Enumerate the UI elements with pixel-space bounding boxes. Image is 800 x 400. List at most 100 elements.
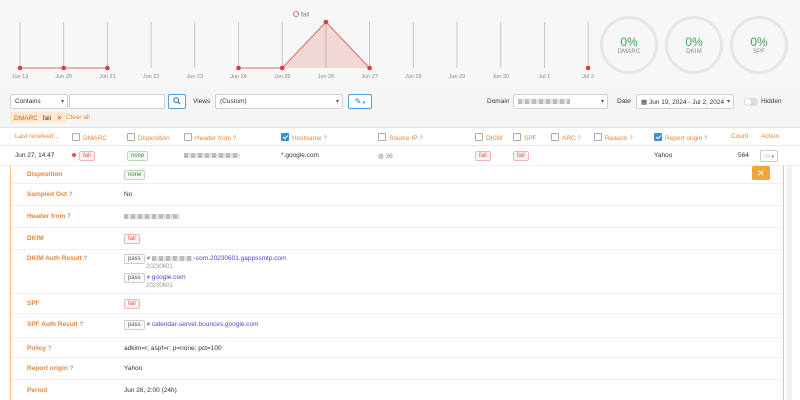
detail-value: fail [124,234,140,244]
detail-row-dkim: DKIM fail [11,228,783,250]
col-dkim-checkbox[interactable] [475,133,483,141]
detail-row-period: Period Jun 26, 2:00 (24h) [11,380,783,400]
dkim-gauge: 0% DKIM [665,16,723,74]
detail-row-policy: Policy ? adkim=r; aspf=r; p=none; pct=10… [11,338,783,358]
match-mode-value: Contains [15,98,41,105]
help-icon[interactable]: ? [70,366,74,372]
col-header-from[interactable]: Header from ? [184,133,236,142]
col-reason[interactable]: Reason ? [594,133,633,142]
help-icon[interactable]: ? [69,192,73,198]
scrollbar[interactable] [786,166,792,400]
help-icon[interactable]: ? [704,136,707,142]
views-label: Views [193,98,211,105]
date-range-value: Jun 19, 2024 - Jul 2, 2024 [648,99,725,106]
detail-key: Period [27,387,48,394]
col-reason-checkbox[interactable] [594,133,602,141]
unequal-icon: ≠ [146,255,151,262]
col-last-received[interactable]: Last received... [15,133,59,140]
legend-fail-label[interactable]: fail [301,12,310,19]
data-point[interactable] [61,65,66,71]
col-hostname[interactable]: Hostname ? [281,133,327,142]
col-report-origin-checkbox[interactable] [654,133,662,141]
unequal-icon: ≠ [146,274,151,281]
data-point[interactable] [367,65,372,71]
data-point[interactable] [279,65,285,71]
cell-report-origin: Yahoo [654,152,673,159]
help-icon[interactable]: ? [80,322,84,328]
help-icon[interactable]: ? [83,256,87,262]
chevron-down-icon: ▾ [600,99,604,105]
header-from-redacted [124,213,180,219]
data-point[interactable] [105,65,110,71]
col-spf[interactable]: SPF [513,133,537,142]
dkim-badge: fail [124,234,140,244]
col-disposition-checkbox[interactable] [127,133,135,141]
help-icon[interactable]: ? [419,136,422,142]
help-icon[interactable]: ? [323,136,326,142]
col-header-from-checkbox[interactable] [184,133,192,141]
pass-badge: pass [124,320,145,330]
col-dkim-label: DKIM [486,135,503,142]
help-icon[interactable]: ? [48,346,52,352]
spf-domain-link[interactable]: calendar-server.bounces.google.com [152,321,259,328]
help-icon[interactable]: ? [67,214,71,220]
detail-key: DKIM [27,235,44,242]
table-row[interactable]: Jun 27, 14:47 fail none *.google.com ◍ 3… [0,146,800,166]
legend-fail-marker[interactable] [293,11,299,17]
views-select[interactable]: (Custom) ▾ [215,94,343,109]
col-spf-checkbox[interactable] [513,133,521,141]
remove-filter-icon[interactable]: ✕ [57,115,62,122]
col-source-ip[interactable]: Source IP ? [378,133,423,142]
edit-view-button[interactable]: ✎ ▾ [348,94,372,109]
search-input[interactable] [69,94,165,109]
col-report-origin[interactable]: Report origin ? [654,133,707,142]
data-point[interactable] [585,65,591,71]
data-point[interactable] [236,65,241,71]
help-icon[interactable]: ? [233,136,236,142]
col-hostname-label: Hostname [292,135,322,142]
detail-key-label: Policy [27,345,47,352]
cell-count: 564 [738,152,749,159]
dkim-domain-link[interactable]: google.com [152,274,186,281]
x-tick-label: Jun 25 [274,74,291,80]
col-count[interactable]: Count [731,133,748,140]
col-source-ip-checkbox[interactable] [378,133,386,141]
clear-all-link[interactable]: Clear all [66,114,90,121]
help-icon[interactable]: ? [629,136,632,142]
detail-key: SPF [27,300,40,307]
data-point[interactable] [17,65,23,71]
views-value: (Custom) [220,98,247,105]
detail-value [124,213,180,220]
dmarc-badge: fail [79,151,95,161]
search-button[interactable] [168,94,186,109]
detail-value: adkim=r; aspf=r; p=none; pct=100 [124,345,222,352]
domain-select[interactable]: ▾ [513,94,608,109]
fail-timeline-chart: fail Jun 19 Jun 20 Jun 21 Jun 22 Jun 23 Jun 24… [12,11,594,80]
col-hostname-checkbox[interactable] [281,133,289,141]
filter-chip-key: DMARC [14,115,38,122]
detail-key-label: SPF Auth Result [27,321,78,328]
detail-key: Disposition [27,171,63,178]
help-icon[interactable]: ? [578,136,581,142]
col-dkim[interactable]: DKIM [475,133,502,142]
dkim-gauge-value: 0% [685,35,703,49]
col-dmarc[interactable]: DMARC [72,133,107,142]
disposition-badge: none [124,170,146,180]
detail-row-dkim-auth-result: DKIM Auth Result ? pass ≠ -com.20230601.… [11,250,783,294]
col-disposition[interactable]: Disposition [127,133,170,142]
col-arc[interactable]: ARC ? [551,133,581,142]
status-dot-icon [72,153,76,158]
match-mode-select[interactable]: Contains ▾ [10,94,68,109]
data-point[interactable] [323,19,329,25]
x-tick-label: Jul 1 [539,74,551,80]
detail-value: Yahoo [124,365,143,372]
detail-value: pass ≠ calendar-server.bounces.google.co… [124,320,258,330]
dkim-domain-link[interactable]: -com.20230601.gappssmtp.com [194,255,287,262]
chevron-down-icon: ▾ [770,154,775,160]
folder-open-button[interactable]: ▭ ▾ [760,150,779,162]
col-dmarc-checkbox[interactable] [72,133,80,141]
dmarc-gauge-value: 0% [620,35,638,49]
col-arc-checkbox[interactable] [551,133,559,141]
date-range-picker[interactable]: ▦ Jun 19, 2024 - Jul 2, 2024 ▾ [636,94,734,109]
hidden-toggle[interactable] [744,98,758,106]
